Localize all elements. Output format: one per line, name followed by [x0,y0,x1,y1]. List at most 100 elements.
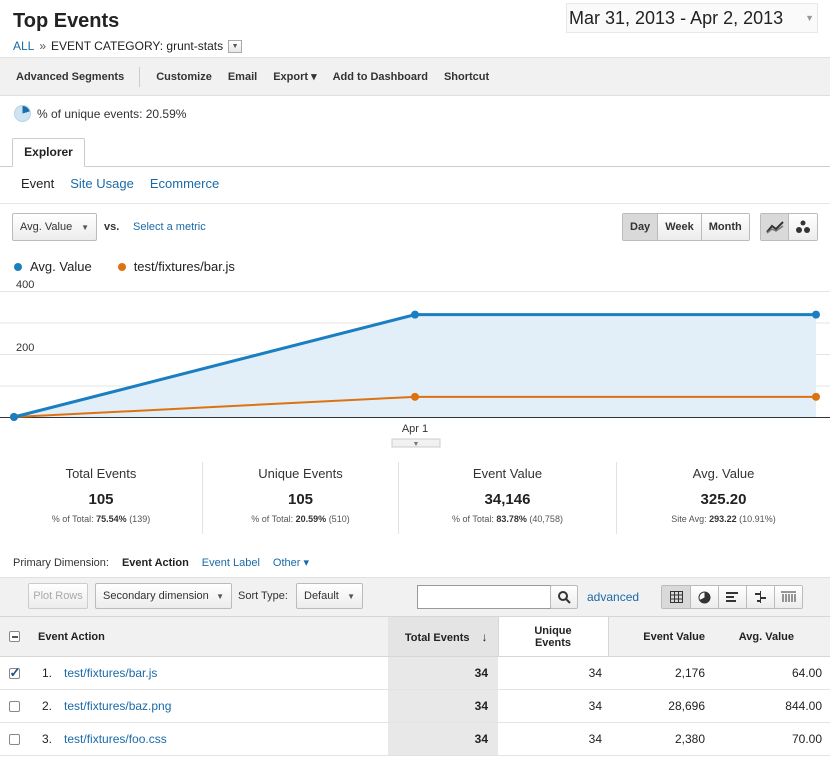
select-all-checkbox[interactable] [8,631,20,643]
search-button[interactable] [550,585,578,609]
advanced-segments-button[interactable]: Advanced Segments [16,71,124,83]
metric-label: Total Events [65,466,137,481]
subtab-site-usage[interactable]: Site Usage [70,176,134,191]
date-range-picker[interactable]: Mar 31, 2013 - Apr 2, 2013 ▼ [566,3,818,33]
shortcut-button[interactable]: Shortcut [444,71,489,83]
view-comparison-button[interactable] [746,586,774,608]
tab-divider [0,166,830,167]
metric-sub-prefix: Site Avg: [671,514,710,524]
sort-type-label: Sort Type: [238,590,288,602]
chevron-down-icon: ▼ [805,13,814,23]
data-point-series2 [812,392,820,401]
col-event-action[interactable]: Event Action [28,616,388,657]
view-performance-button[interactable] [718,586,746,608]
chart-area-fill [14,314,816,417]
metric-avg-value: Avg. Value 325.20 Site Avg: 293.22 (10.9… [617,462,830,534]
cell-event-value: 2,176 [608,656,720,690]
view-data-button[interactable] [662,586,690,608]
data-point-series2 [411,392,419,401]
metric-sub-prefix: % of Total: [251,514,296,524]
row-checkbox-cell [0,722,28,756]
sort-type-select[interactable]: Default ▼ [296,583,363,609]
breadcrumb: ALL » EVENT CATEGORY: grunt-stats ▼ [13,39,243,53]
row-event-link[interactable]: test/fixtures/bar.js [64,666,157,680]
secondary-dimension-label: Secondary dimension [103,590,209,602]
row-checkbox[interactable] [8,734,20,746]
period-day-button[interactable]: Day [623,214,658,240]
customize-button[interactable]: Customize [156,71,212,83]
breadcrumb-all-link[interactable]: ALL [13,39,34,53]
subtab-event[interactable]: Event [21,176,54,191]
report-toolbar: Advanced Segments Customize Email Export… [0,57,830,96]
row-index: 2. [42,699,53,713]
metric-select[interactable]: Avg. Value ▼ [12,213,97,241]
line-chart-button[interactable] [761,214,789,240]
email-button[interactable]: Email [228,71,257,83]
chart-legend: Avg. Value test/fixtures/bar.js [14,259,235,274]
sort-down-arrow-icon: ↓ [481,629,488,644]
add-to-dashboard-button[interactable]: Add to Dashboard [333,71,428,83]
cell-avg-value: 844.00 [720,689,830,723]
vs-label: vs. [104,221,120,233]
col-event-value[interactable]: Event Value [608,616,720,657]
dimension-event-action[interactable]: Event Action [122,557,189,569]
cell-total-events: 34 [388,689,498,723]
metric-subtext: % of Total: 75.54% (139) [0,514,202,524]
secondary-dimension-select[interactable]: Secondary dimension ▼ [95,583,232,609]
metric-event-value: Event Value 34,146 % of Total: 83.78% (4… [399,462,617,534]
col-total-events[interactable]: Total Events ↓ [388,616,498,657]
motion-chart-button[interactable] [789,214,817,240]
metric-sub-total: (510) [326,514,350,524]
breadcrumb-dropdown-button[interactable]: ▼ [228,39,243,53]
row-label-cell: 3. test/fixtures/foo.css [28,722,388,756]
primary-dimension-label: Primary Dimension: [13,556,109,569]
sort-type-value: Default [304,590,339,602]
metric-subtext: % of Total: 83.78% (40,758) [399,514,616,524]
search-icon [558,591,571,604]
view-pivot-button[interactable] [774,586,802,608]
period-week-button[interactable]: Week [657,214,701,240]
metric-sub-percent: 75.54% [96,514,127,524]
metric-sub-total: (40,758) [526,514,563,524]
legend-label-series1: Avg. Value [30,259,92,274]
pie-chart-icon [14,105,31,122]
cell-total-events: 34 [388,656,498,690]
dimension-event-label[interactable]: Event Label [202,557,260,569]
table-row: 3. test/fixtures/foo.css 34 34 2,380 70.0… [0,722,830,756]
subtabs: Event Site Usage Ecommerce [21,176,219,191]
row-checkbox[interactable] [8,665,20,681]
toolbar-divider [139,66,141,87]
cell-unique-events: 34 [498,656,608,690]
col-total-events-label: Total Events [404,631,470,644]
metric-label: Avg. Value [692,466,755,481]
row-event-link[interactable]: test/fixtures/baz.png [64,699,171,713]
unique-events-percent-text: % of unique events: 20.59% [37,106,187,121]
comparison-icon [755,591,766,603]
metric-total-events: Total Events 105 % of Total: 75.54% (139… [0,462,203,534]
advanced-filter-link[interactable]: advanced [587,590,639,604]
data-point-series1 [411,310,419,319]
tab-explorer[interactable]: Explorer [12,138,85,167]
period-selector: Day Week Month [622,213,750,241]
metric-value: 325.20 [700,491,747,508]
view-percentage-button[interactable] [690,586,718,608]
col-avg-value[interactable]: Avg. Value [720,616,830,657]
metric-subtext: Site Avg: 293.22 (10.91%) [617,514,830,524]
dimension-other-dropdown[interactable]: Other ▾ [273,556,309,569]
x-tick-label: Apr 1 [402,423,428,435]
pivot-icon [781,591,796,602]
export-button[interactable]: Export ▾ [273,70,316,83]
legend-dot-series1 [14,262,22,271]
row-event-link[interactable]: test/fixtures/foo.css [64,732,167,746]
plot-rows-button[interactable]: Plot Rows [28,583,88,609]
row-checkbox-cell [0,656,28,690]
period-month-button[interactable]: Month [700,214,749,240]
legend-dot-series2 [117,262,126,271]
row-checkbox[interactable] [8,701,20,713]
table-view-selector [661,585,803,609]
col-unique-events[interactable]: Unique Events [497,616,609,657]
subtab-ecommerce[interactable]: Ecommerce [150,176,219,191]
select-metric-link[interactable]: Select a metric [133,221,206,233]
metric-sub-prefix: % of Total: [51,514,97,524]
table-search-input[interactable] [417,585,551,609]
